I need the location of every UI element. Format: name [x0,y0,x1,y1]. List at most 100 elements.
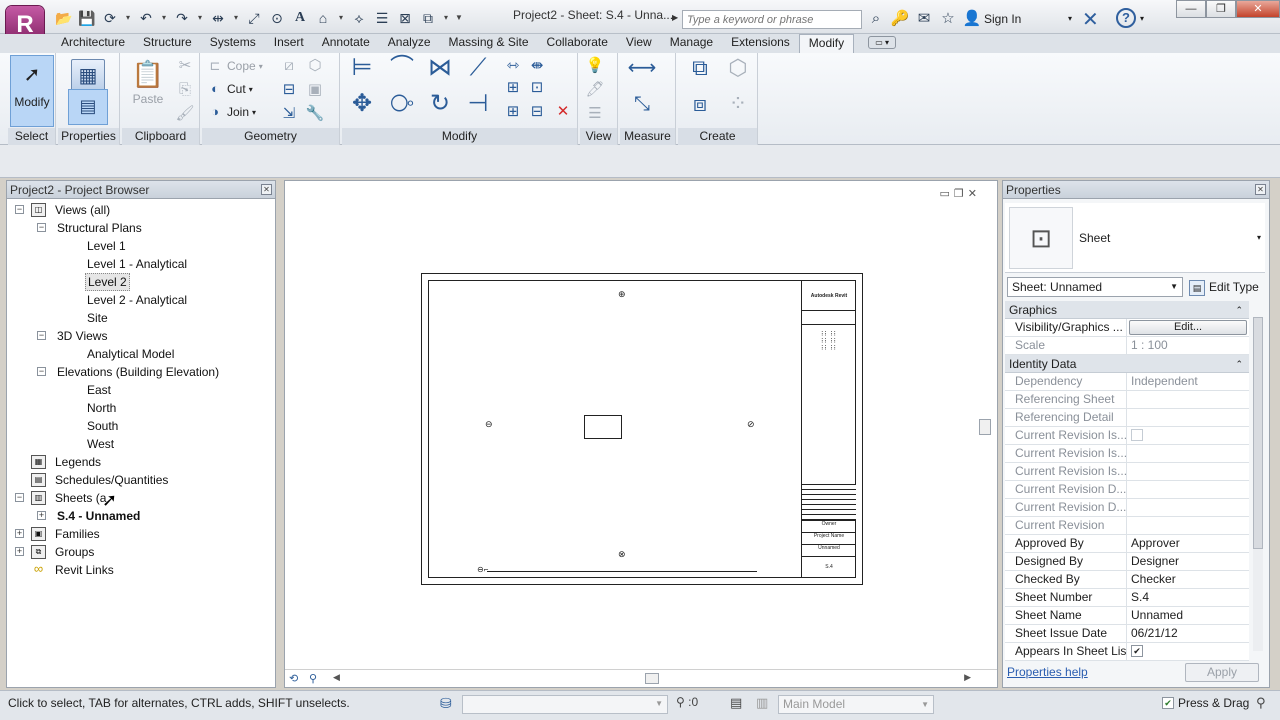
create-similar-icon[interactable]: ⁘ [722,93,754,125]
expand-icon[interactable]: + [15,547,24,556]
aligned-dimension-ribbon-icon[interactable]: ⤡ [626,93,658,115]
cope-button[interactable]: ⊏ Cope ▾ [206,57,263,75]
tree-item[interactable]: + ⧉ Groups [7,543,275,561]
copy-clipboard-icon[interactable]: ⎘ [174,79,196,101]
create-group-icon[interactable]: ⧈ [684,93,716,125]
property-value[interactable]: Edit... [1127,319,1249,336]
linework-icon[interactable]: ☰ [584,103,606,125]
rotate-icon[interactable]: ↻ [424,92,456,125]
tree-item[interactable]: Level 1 [7,237,275,255]
visibility-graphics-edit-button[interactable]: Edit... [1129,320,1247,335]
elevation-marker-south-icon[interactable]: ⊗ [618,549,626,560]
tab-analyze[interactable]: Analyze [379,34,440,53]
help-icon[interactable]: ? [1116,8,1136,28]
property-value[interactable]: 06/21/12 [1127,625,1249,642]
collapse-icon[interactable]: − [15,493,24,502]
property-value[interactable]: Unnamed [1127,607,1249,624]
tag-icon[interactable]: ⊙ [267,8,287,28]
measure-panel-label[interactable]: Measure [620,128,675,145]
tab-structure[interactable]: Structure [134,34,201,53]
properties-scrollbar[interactable] [1253,317,1263,651]
cut-clipboard-icon[interactable]: ✂ [174,55,196,77]
modify-button[interactable]: ➚ Modify [10,55,54,127]
paint-icon[interactable]: ▣ [304,79,326,101]
scale-icon[interactable]: ⊡ [526,77,548,99]
design-option-combo[interactable]: Main Model ▼ [778,695,934,714]
scroll-right-icon[interactable]: ▶ [964,672,971,683]
canvas-horizontal-scroll-thumb[interactable] [645,673,659,684]
property-value[interactable]: Checker [1127,571,1249,588]
sheet-border[interactable]: ⊕ ⊖ ⊘ ⊗ ⊖⌐ Autodesk Revit ⁝⁝ ⁝⁝ ⁝⁝ ⁝⁝ ⁝⁝ ⁝… [421,273,863,585]
delete-icon[interactable]: ✕ [552,101,574,123]
undo-icon[interactable]: ↶ [136,8,156,28]
minimize-icon[interactable]: — [1176,0,1206,18]
tree-item[interactable]: East [7,381,275,399]
demolish-icon[interactable]: ⇲ [278,103,300,125]
unpin-icon[interactable]: ⊟ [526,101,548,123]
tree-item[interactable]: + S.4 - Unnamed [7,507,275,525]
geometry-panel-label[interactable]: Geometry [202,128,339,145]
sync-dropdown-icon[interactable]: ▾ [123,8,133,28]
join-button[interactable]: ◑ Join ▾ [206,103,256,121]
3d-view-icon[interactable]: ⌂ [313,8,333,28]
thin-lines-icon[interactable]: ☰ [372,8,392,28]
scroll-left-icon[interactable]: ◀ [333,672,340,683]
type-selector-dropdown-icon[interactable]: ▾ [1257,233,1261,242]
measure-icon[interactable]: ⇹ [208,8,228,28]
restore-icon[interactable]: ❐ [1206,0,1236,18]
view-title-icon[interactable]: ⊖⌐ [477,565,488,574]
tree-item[interactable]: − 3D Views [7,327,275,345]
tab-architecture[interactable]: Architecture [52,34,134,53]
property-value[interactable]: ✔ [1127,643,1249,660]
3d-view-dropdown-icon[interactable]: ▾ [336,8,346,28]
tree-item[interactable]: − ▥ Sheets (a [7,489,275,507]
mirror-axis-icon[interactable]: ⋈ [424,56,456,89]
subscription-icon[interactable]: 🔑 [890,9,910,29]
selection-count[interactable]: ⚲ :0 [676,695,698,709]
active-workset-combo[interactable]: ▼ [462,695,668,714]
switch-windows-dropdown-icon[interactable]: ▾ [441,8,451,28]
collapse-group-icon[interactable]: ⌃ [1235,301,1243,319]
pin-icon[interactable]: ⊞ [502,101,524,123]
copy-icon[interactable]: ⧂ [386,92,418,125]
open-icon[interactable]: 📂 [54,8,74,28]
properties-toggle-button[interactable]: ▤ [68,89,108,125]
redo-icon[interactable]: ↷ [172,8,192,28]
wall-joins-icon[interactable]: ⊟ [278,79,300,101]
select-panel-label[interactable]: Select [8,128,55,145]
type-selector[interactable]: ⊡ Sheet ▾ [1005,203,1265,273]
tree-item[interactable]: − ◫ Views (all) [7,201,275,219]
viewport-box[interactable] [584,415,622,439]
property-value[interactable]: Designer [1127,553,1249,570]
aligned-dimension-icon[interactable]: ⤢ [244,8,264,28]
pin-elements-icon[interactable]: ⚲ [309,672,317,685]
tree-item[interactable]: Level 2 - Analytical [7,291,275,309]
worksharing-icon[interactable]: ⟲ [289,672,298,685]
sync-icon[interactable]: ⟳ [100,8,120,28]
expand-icon[interactable]: + [37,511,46,520]
tree-item[interactable]: + ▣ Families [7,525,275,543]
tree-item[interactable]: Level 1 - Analytical [7,255,275,273]
tab-insert[interactable]: Insert [265,34,313,53]
favorites-star-icon[interactable]: ☆ [938,9,958,29]
tab-extensions[interactable]: Extensions [722,34,799,53]
properties-close-icon[interactable]: ✕ [1255,184,1266,195]
paste-button[interactable]: 📋 Paste [126,55,170,127]
tree-item[interactable]: South [7,417,275,435]
match-properties-icon[interactable]: 🖌 [174,103,196,125]
elevation-marker-west-icon[interactable]: ⊖ [485,419,493,430]
close-hidden-icon[interactable]: ⊠ [395,8,415,28]
modify-panel-label[interactable]: Modify [342,128,577,145]
project-browser-close-icon[interactable]: ✕ [261,184,272,195]
elevation-marker-east-icon[interactable]: ⊘ [747,419,755,430]
property-value[interactable]: S.4 [1127,589,1249,606]
help-dropdown-icon[interactable]: ▾ [1140,14,1144,23]
split-face-icon[interactable]: ⬡ [304,55,326,77]
binoculars-icon[interactable]: ⌕ [866,9,886,29]
undo-dropdown-icon[interactable]: ▾ [159,8,169,28]
properties-panel-label[interactable]: Properties [58,128,119,145]
editing-requests-icon[interactable]: ▥ [756,695,768,711]
search-expand-icon[interactable]: ▶ [672,13,678,22]
collapse-group-icon[interactable]: ⌃ [1235,355,1243,373]
switch-windows-icon[interactable]: ⧉ [418,8,438,28]
